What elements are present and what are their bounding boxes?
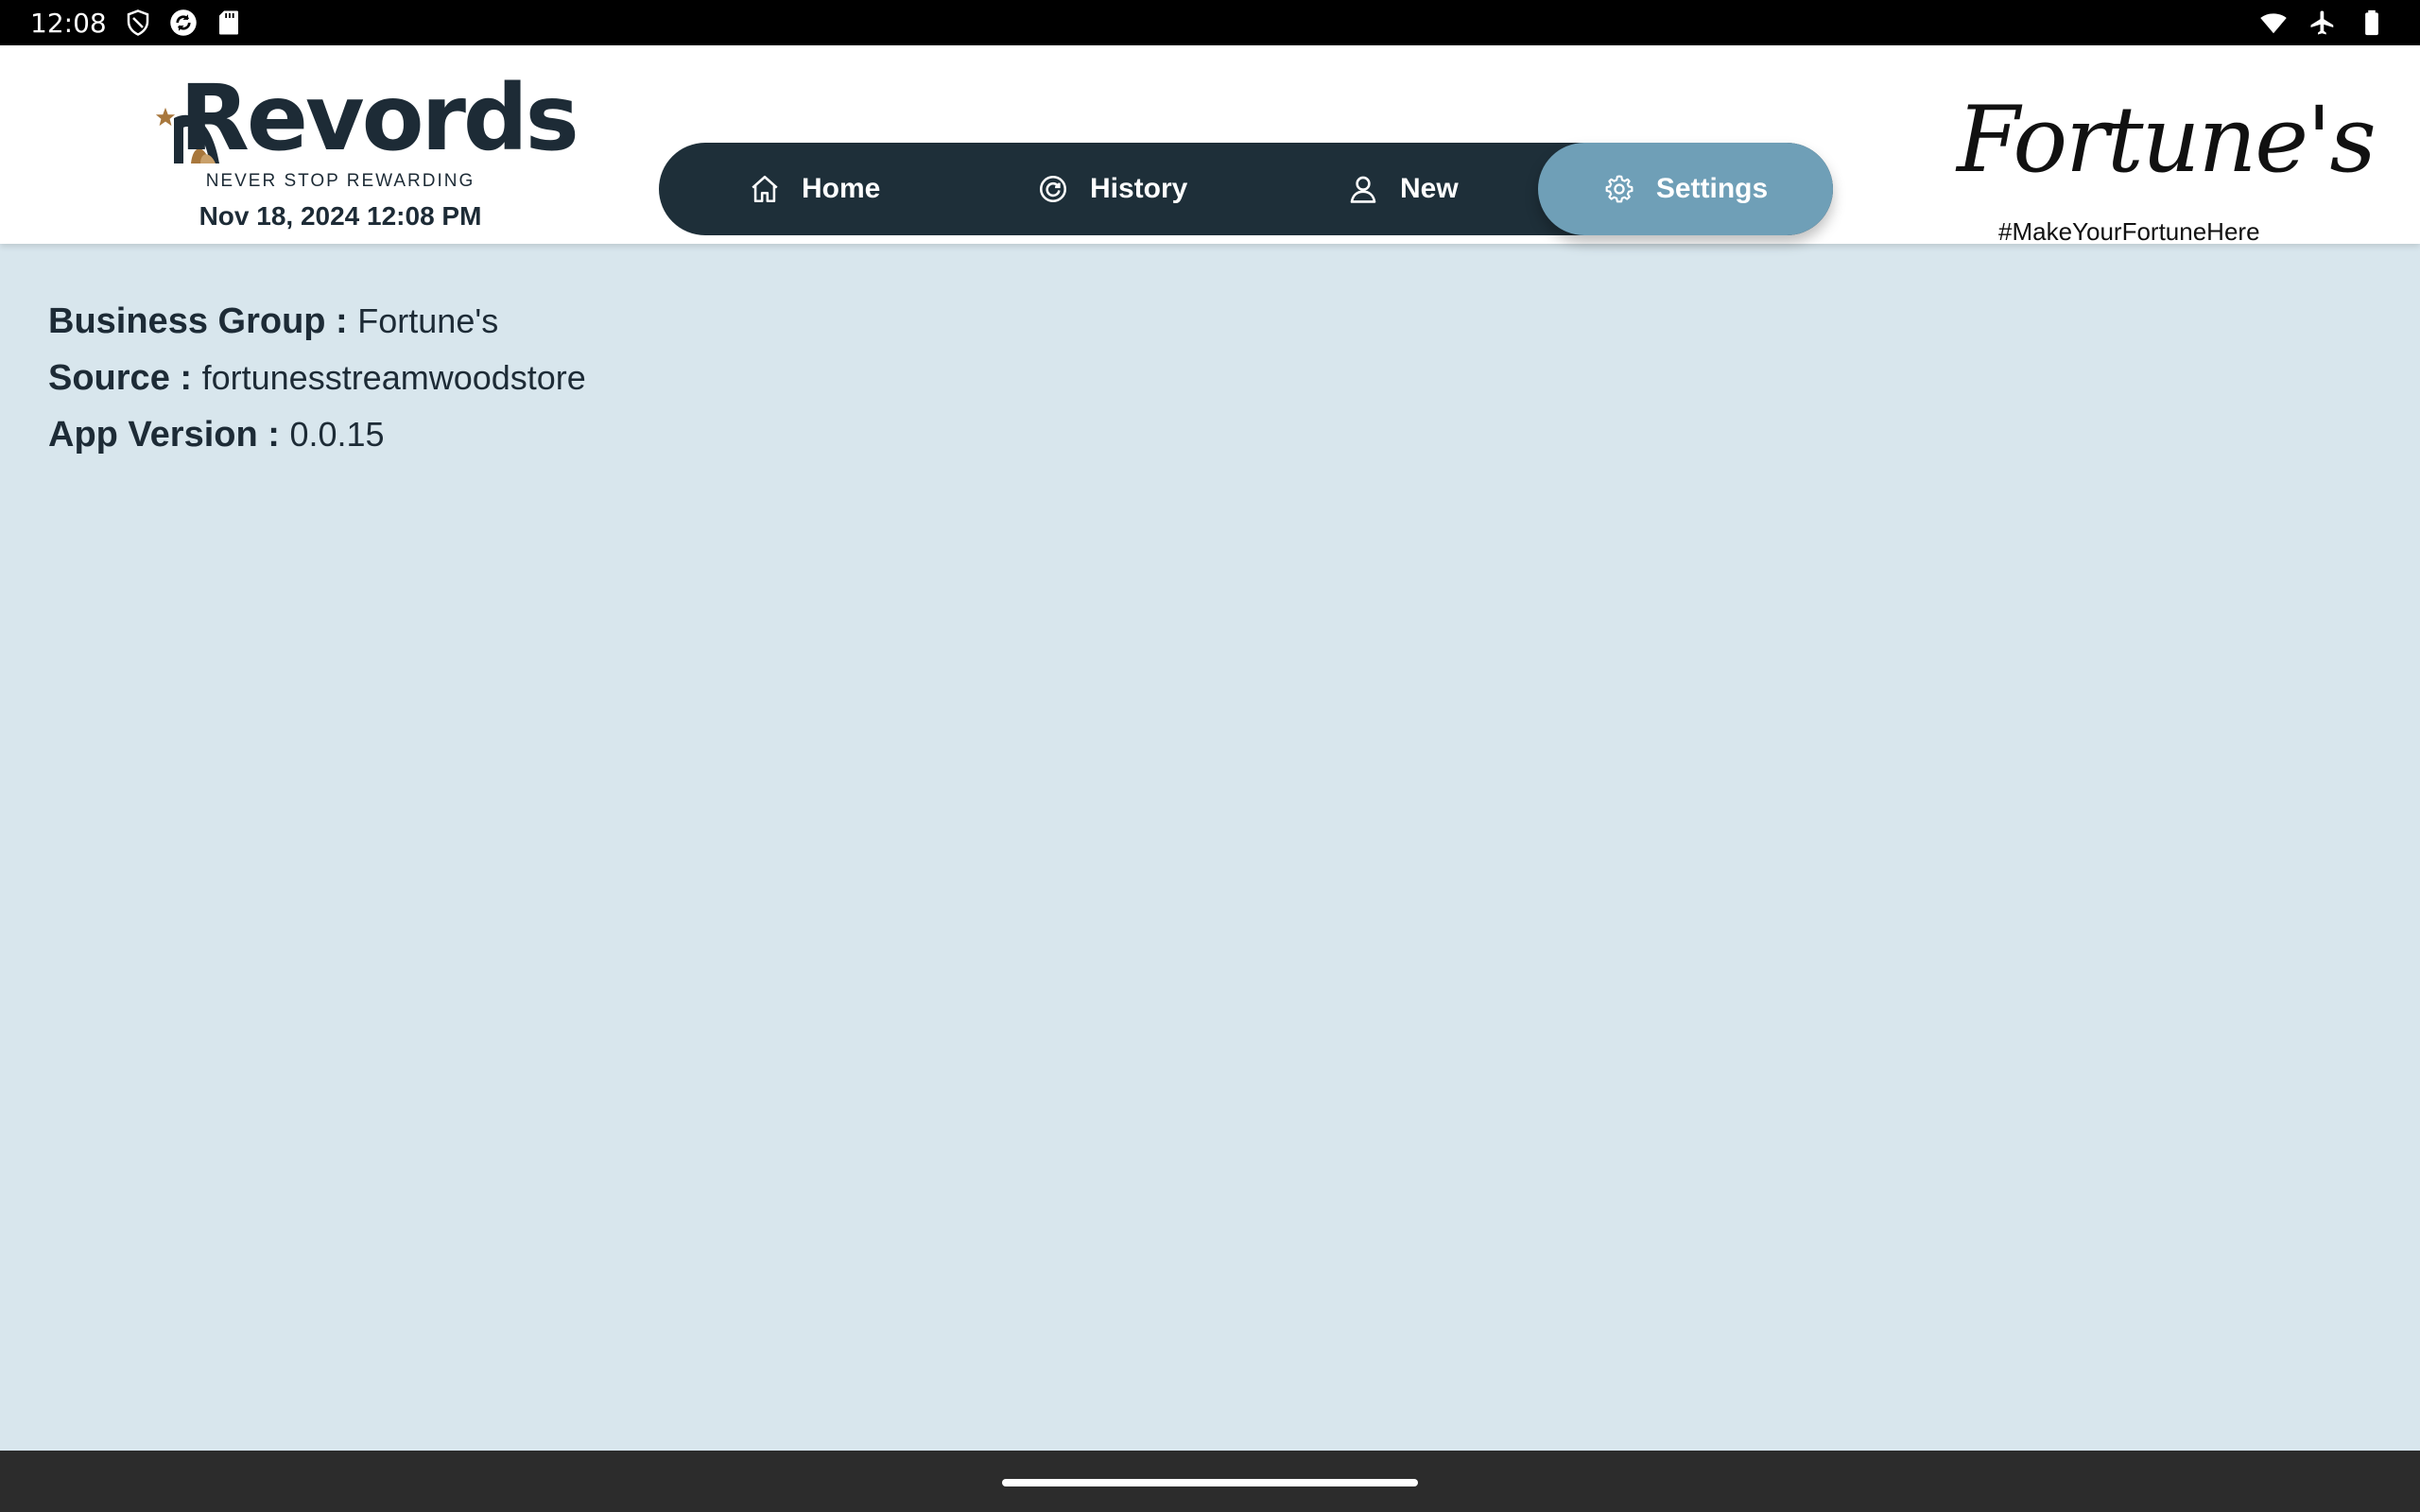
sync-icon [169, 9, 197, 36]
nav-home-label: Home [802, 173, 881, 204]
revords-tagline: NEVER STOP REWARDING [205, 171, 475, 191]
business-group-row: Business Group : Fortune's [48, 293, 586, 350]
nav-history-label: History [1090, 173, 1188, 204]
nav-settings[interactable]: Settings [1538, 143, 1833, 235]
source-value: fortunesstreamwoodstore [201, 358, 586, 397]
business-group-label: Business Group : [48, 301, 358, 341]
nav-settings-label: Settings [1655, 173, 1769, 204]
current-datetime: Nov 18, 2024 12:08 PM [199, 201, 482, 231]
revords-logo: Revords [151, 69, 579, 173]
nav-history[interactable]: History [1037, 143, 1187, 235]
app-version-label: App Version : [48, 415, 290, 455]
app-header: Revords NEVER STOP REWARDING Nov 18, 202… [0, 45, 2420, 246]
battery-icon [2365, 9, 2378, 36]
revords-wordmark: Revords [180, 65, 579, 171]
wifi-icon [2260, 13, 2287, 34]
sd-card-icon [218, 10, 238, 35]
revords-brand: Revords NEVER STOP REWARDING Nov 18, 202… [151, 69, 579, 231]
fortunes-tagline: #MakeYourFortuneHere [1998, 217, 2260, 246]
source-row: Source : fortunesstreamwoodstore [48, 350, 586, 406]
settings-info: Business Group : Fortune's Source : fort… [48, 293, 586, 463]
home-gesture-handle[interactable] [1002, 1479, 1418, 1486]
history-icon [1039, 175, 1067, 203]
home-icon [752, 175, 778, 203]
app-version-value: 0.0.15 [289, 415, 385, 454]
nav-new[interactable]: New [1347, 143, 1459, 235]
airplane-icon [2310, 10, 2334, 35]
status-right [2259, 9, 2386, 37]
status-left: 12:08 [30, 8, 243, 39]
app-version-row: App Version : 0.0.15 [48, 406, 586, 463]
shield-icon [127, 9, 148, 36]
business-group-value: Fortune's [357, 301, 499, 340]
gear-icon [1605, 175, 1634, 203]
nav-home[interactable]: Home [749, 143, 880, 235]
main-navigation: Home History New Settings [659, 143, 1833, 235]
system-navigation-bar [0, 1451, 2420, 1512]
status-time: 12:08 [30, 7, 107, 39]
nav-new-label: New [1400, 173, 1459, 204]
source-label: Source : [48, 358, 202, 398]
fortunes-brand: Fortune's #MakeYourFortuneHere [1957, 83, 2377, 246]
system-status-bar: 12:08 [0, 0, 2420, 45]
user-icon [1350, 176, 1376, 203]
fortunes-logo: Fortune's [1957, 87, 2377, 193]
